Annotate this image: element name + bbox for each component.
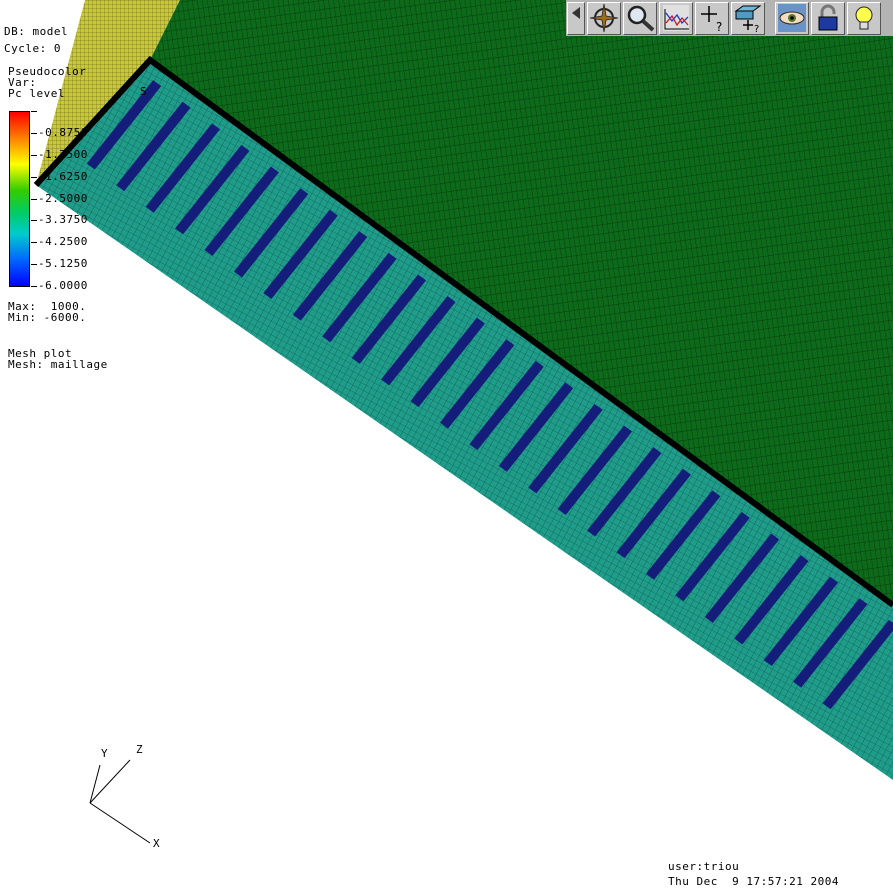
view-eye-icon [778, 4, 806, 32]
colorbar-tick-label: -3.3750 [38, 213, 88, 227]
pick-zone-icon: ? [734, 5, 762, 33]
axis-x-label: X [153, 837, 161, 850]
view-button[interactable] [775, 1, 809, 35]
lightbulb-icon [855, 6, 873, 30]
color-bar [9, 111, 30, 287]
colorbar-tick [31, 154, 37, 156]
colorbar-tick [31, 220, 37, 222]
colorbar-tick [31, 264, 37, 266]
pick-button[interactable]: ? [695, 1, 729, 35]
mesh-viewport[interactable] [0, 0, 893, 893]
navigate-button[interactable] [587, 1, 621, 35]
colorbar-tick [31, 242, 37, 244]
zone-pick-button[interactable]: ? [731, 1, 765, 35]
var-tail-label: S [140, 85, 148, 98]
colorbar-tick-label: -0.8750 [38, 125, 88, 139]
colorbar-tick-label: -1.6250 [38, 169, 88, 183]
pc-level-label: Pc level [8, 87, 65, 100]
zoom-button[interactable] [623, 1, 657, 35]
lock-button[interactable] [811, 1, 845, 35]
axis-z-label: Z [136, 743, 144, 756]
viz-toolbar: ? ? [566, 0, 893, 36]
colorbar-tick-label: -4.2500 [38, 235, 88, 249]
axis-triad [89, 759, 151, 844]
lock-icon [818, 4, 838, 31]
lineout-curve-icon [663, 5, 689, 31]
colorbar-tick-label: -1.7500 [38, 147, 88, 161]
zoom-magnifier-icon [627, 5, 655, 32]
colorbar-tick [31, 176, 37, 178]
colorbar-tick [31, 286, 37, 287]
svg-text:?: ? [716, 20, 722, 33]
mesh-name-label: Mesh: maillage [8, 358, 108, 371]
date-label: Thu Dec 9 17:57:21 2004 [668, 875, 839, 888]
colorbar-tick-label: -5.1250 [38, 257, 88, 271]
colorbar-tick-label: -2.5000 [38, 191, 88, 205]
light-button[interactable] [847, 1, 881, 35]
navigate-compass-icon [589, 3, 619, 33]
cycle-label: Cycle: 0 [4, 42, 61, 55]
colorbar-tick-label: -6.0000 [38, 279, 88, 292]
user-label: user:triou [668, 860, 740, 873]
colorbar-tick [31, 132, 37, 134]
colorbar-tick [31, 111, 37, 112]
pick-point-icon: ? [701, 6, 722, 33]
colorbar-tick [31, 198, 37, 200]
db-label: DB: model [4, 25, 69, 38]
lineout-button[interactable] [659, 1, 693, 35]
min-label: Min: -6000. [8, 311, 87, 324]
axis-y-label: Y [101, 747, 109, 760]
popout-button[interactable] [567, 1, 585, 35]
svg-text:?: ? [754, 24, 759, 33]
popout-arrow-icon [572, 7, 580, 19]
